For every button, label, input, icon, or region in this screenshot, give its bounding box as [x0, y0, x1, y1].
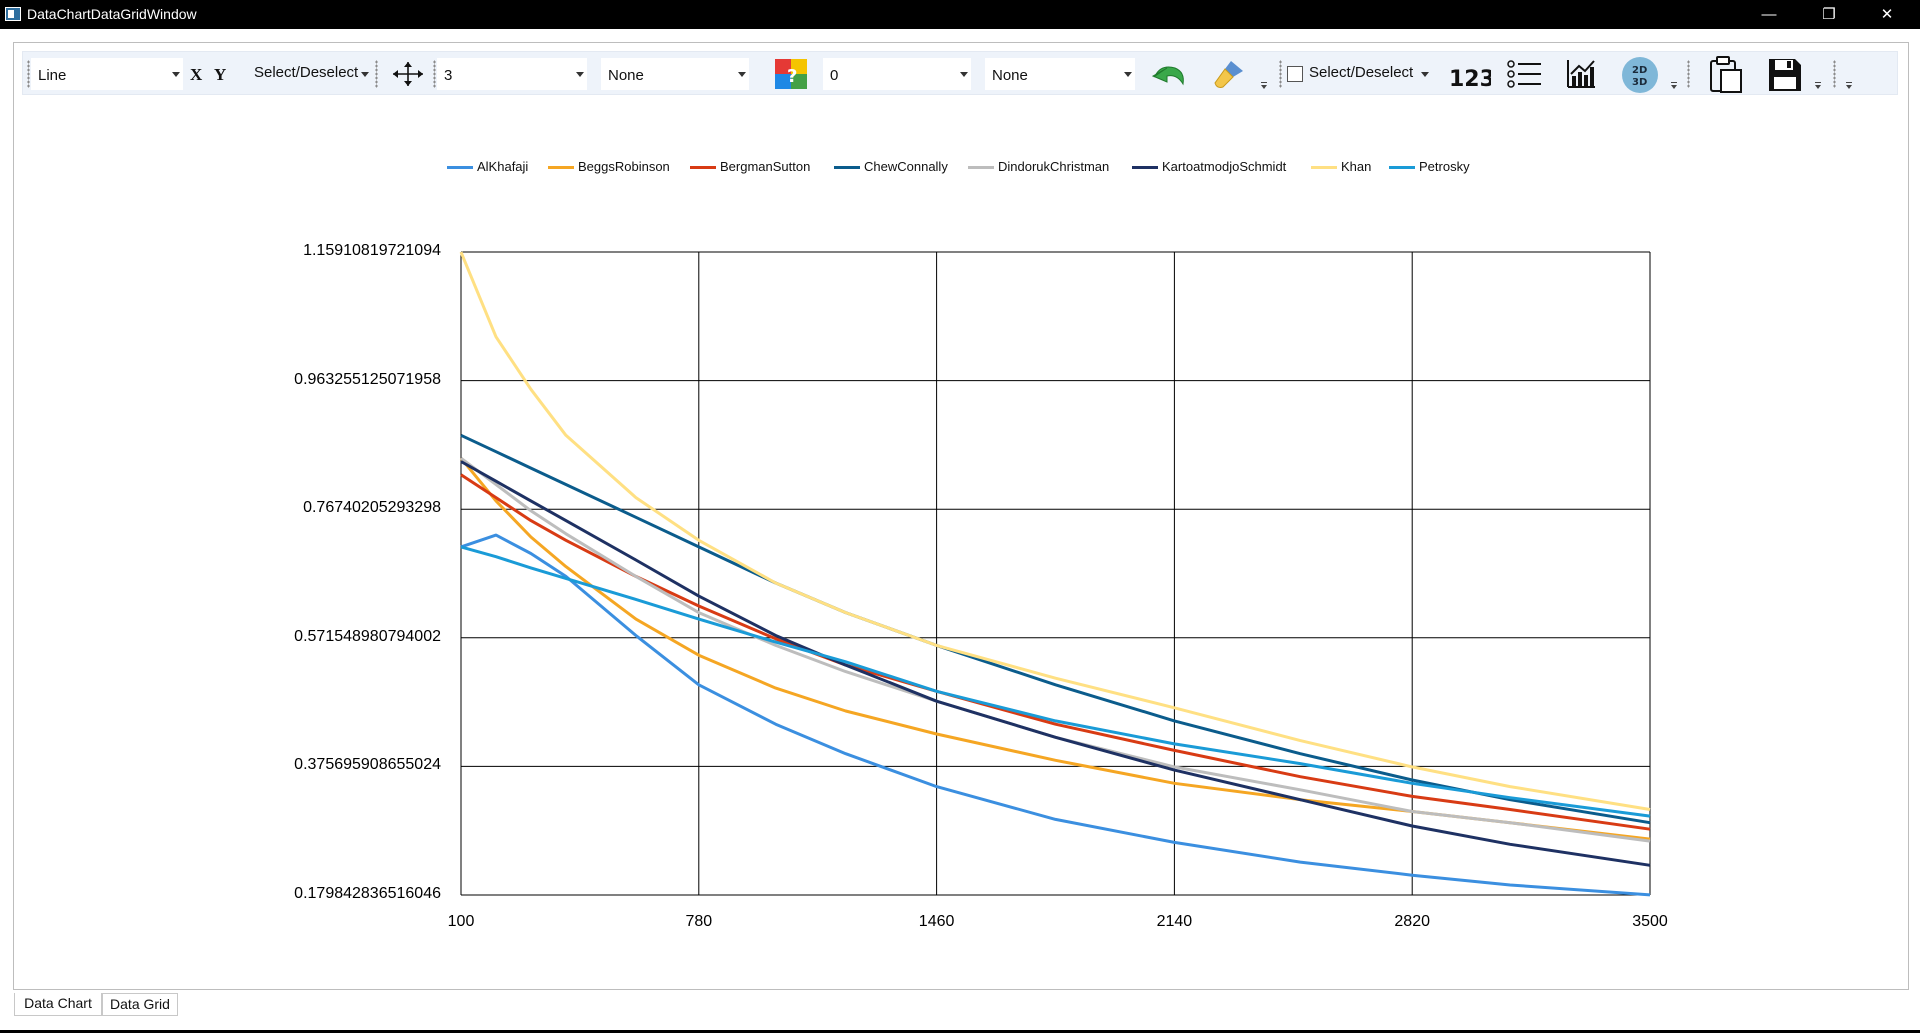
y-tick-label: 0.963255125071958	[294, 370, 441, 388]
x-tick-label: 1460	[918, 913, 955, 930]
y-tick-label: 1.15910819721094	[303, 242, 441, 259]
tab-data-chart[interactable]: Data Chart	[14, 993, 102, 1016]
x-tick-label: 2140	[1156, 913, 1193, 930]
series-line-alkhafaji[interactable]	[460, 533, 1651, 897]
series-line-chewconnally[interactable]	[460, 433, 1651, 825]
x-tick-label: 780	[685, 913, 713, 930]
x-tick-label: 2820	[1394, 913, 1430, 930]
x-tick-label: 3500	[1632, 913, 1668, 930]
series-line-dindorukchristman[interactable]	[460, 457, 1651, 843]
series-line-petrosky[interactable]	[460, 545, 1651, 818]
series-line-bergmansutton[interactable]	[460, 473, 1651, 831]
series-line-beggsrobinson[interactable]	[459, 457, 1651, 841]
y-tick-label: 0.179842836516046	[294, 885, 441, 902]
x-tick-label: 100	[447, 913, 475, 930]
series-line-khan[interactable]	[459, 251, 1651, 811]
y-tick-label: 0.76740205293298	[303, 499, 441, 517]
y-tick-label: 0.571548980794002	[294, 627, 441, 645]
y-tick-label: 0.375695908655024	[294, 756, 441, 774]
tab-data-grid[interactable]: Data Grid	[102, 993, 178, 1016]
